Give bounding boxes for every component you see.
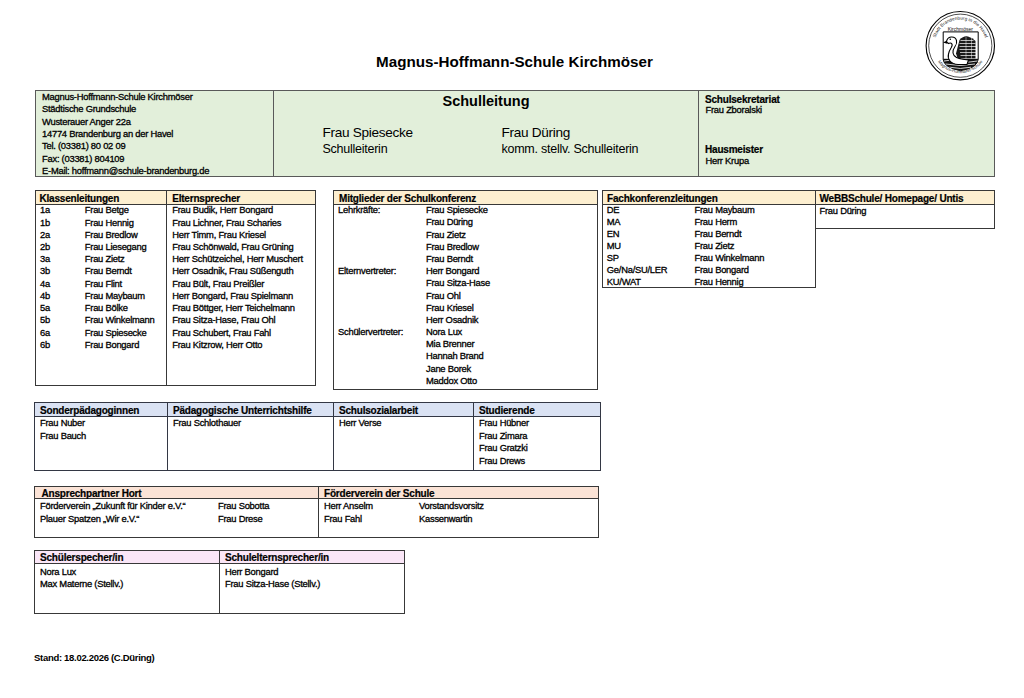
svg-text:Kirchmöser: Kirchmöser bbox=[948, 26, 974, 32]
